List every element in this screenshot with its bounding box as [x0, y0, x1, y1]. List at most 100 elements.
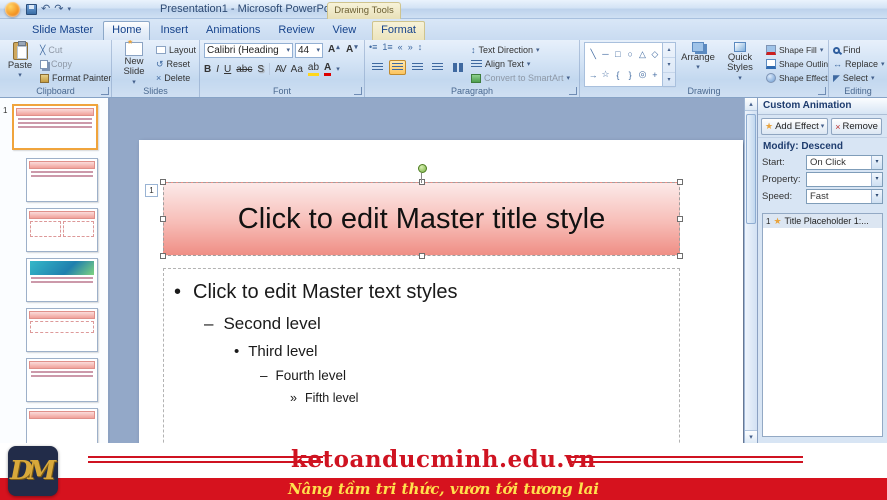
title-placeholder[interactable]: Click to edit Master title style — [160, 164, 683, 259]
qat-more-icon[interactable]: ▾ — [67, 6, 71, 13]
resize-handle[interactable] — [160, 253, 166, 259]
shape-icon[interactable]: □ — [615, 49, 620, 59]
font-name-combo[interactable]: Calibri (Heading ▾ — [204, 43, 293, 58]
highlight-color-button[interactable]: ab — [307, 62, 320, 76]
layout-thumbnail[interactable] — [26, 308, 98, 352]
italic-button[interactable]: I — [216, 64, 219, 75]
dialog-launcher-icon[interactable] — [354, 87, 362, 95]
decrease-indent-icon[interactable]: « — [398, 43, 403, 52]
title-text[interactable]: Click to edit Master title style — [238, 203, 605, 236]
layout-thumbnail[interactable] — [26, 208, 98, 252]
redo-icon[interactable]: ↷ — [54, 4, 63, 15]
shape-icon[interactable]: ◎ — [639, 69, 647, 80]
shape-icon[interactable]: ◇ — [651, 49, 658, 60]
resize-handle[interactable] — [677, 253, 683, 259]
chevron-down-icon[interactable]: ▾ — [336, 66, 340, 73]
change-case-button[interactable]: Aa — [291, 64, 303, 75]
shrink-font-button[interactable]: A ▾ — [346, 44, 358, 55]
body-placeholder[interactable]: • Click to edit Master text styles – Sec… — [163, 268, 680, 443]
align-left-button[interactable] — [369, 60, 386, 75]
resize-handle[interactable] — [160, 179, 166, 185]
justify-button[interactable] — [429, 60, 446, 75]
resize-handle[interactable] — [677, 179, 683, 185]
gallery-down-icon[interactable]: ▾ — [663, 58, 675, 73]
delete-button[interactable]: × Delete — [156, 71, 190, 85]
shape-icon[interactable]: → — [589, 70, 598, 80]
shape-icon[interactable]: ○ — [627, 49, 632, 59]
shape-icon[interactable]: ╲ — [590, 49, 595, 60]
new-slide-button[interactable]: New Slide ▾ — [115, 40, 153, 88]
tab-slide-master[interactable]: Slide Master — [24, 21, 101, 40]
bullets-icon[interactable]: •≡ — [369, 43, 377, 52]
save-icon[interactable] — [26, 4, 37, 15]
chevron-down-icon[interactable]: ▾ — [871, 173, 882, 186]
line-spacing-icon[interactable]: ↕ — [418, 43, 423, 52]
add-effect-button[interactable]: ★ Add Effect ▾ — [761, 118, 829, 135]
tab-home[interactable]: Home — [103, 21, 151, 40]
strikethrough-button[interactable]: abc — [236, 64, 252, 75]
copy-button[interactable]: Copy — [40, 57, 72, 71]
remove-button[interactable]: × Remove — [831, 118, 882, 135]
undo-icon[interactable]: ↶ — [41, 4, 50, 15]
shape-icon[interactable]: { — [616, 70, 619, 80]
numbering-icon[interactable]: 1≡ — [382, 43, 392, 52]
shape-effects-button[interactable]: Shape Effects ▾ — [766, 71, 828, 85]
shape-icon[interactable]: ☆ — [601, 69, 609, 80]
slide-master-thumbnail[interactable] — [12, 104, 98, 150]
chevron-down-icon[interactable]: ▾ — [871, 156, 882, 169]
tab-review[interactable]: Review — [270, 21, 322, 40]
scroll-down-icon[interactable]: ▾ — [745, 430, 757, 443]
grow-font-button[interactable]: A ▴ — [328, 44, 340, 55]
layout-thumbnail[interactable] — [26, 158, 98, 202]
shapes-gallery[interactable]: ╲ ─ □ ○ △ ◇ → ☆ { } ◎ + ▴ ▾ ▾ — [584, 42, 676, 88]
office-button[interactable] — [5, 2, 20, 17]
scrollbar-thumb[interactable] — [746, 114, 756, 224]
resize-handle[interactable] — [160, 216, 166, 222]
tab-view[interactable]: View — [325, 21, 365, 40]
text-direction-button[interactable]: ↕ Text Direction ▾ — [471, 43, 540, 57]
dialog-launcher-icon[interactable] — [569, 87, 577, 95]
dialog-launcher-icon[interactable] — [101, 87, 109, 95]
slide-editing-area[interactable]: 1 Click to edit Master title style • Cli… — [110, 98, 757, 443]
shape-fill-button[interactable]: Shape Fill ▾ — [766, 43, 823, 57]
shape-icon[interactable]: + — [652, 70, 657, 80]
bullet-line-4[interactable]: – Fourth level — [260, 368, 679, 383]
columns-button[interactable] — [449, 60, 466, 75]
align-right-button[interactable] — [409, 60, 426, 75]
underline-button[interactable]: U — [224, 64, 231, 75]
tab-format[interactable]: Format — [372, 21, 425, 40]
bullet-line-5[interactable]: » Fifth level — [290, 391, 679, 405]
layout-thumbnail[interactable] — [26, 258, 98, 302]
align-text-button[interactable]: Align Text ▾ — [471, 57, 530, 71]
tab-insert[interactable]: Insert — [152, 21, 196, 40]
tab-animations[interactable]: Animations — [198, 21, 268, 40]
animation-list-item[interactable]: 1 ★ Title Placeholder 1:... — [763, 214, 882, 228]
bold-button[interactable]: B — [204, 64, 211, 75]
dialog-launcher-icon[interactable] — [818, 87, 826, 95]
arrange-button[interactable]: Arrange ▾ — [680, 42, 716, 88]
font-color-button[interactable]: A — [324, 62, 332, 76]
property-dropdown[interactable]: ▾ — [806, 172, 883, 187]
character-spacing-button[interactable]: AV — [275, 64, 287, 75]
align-center-button[interactable] — [389, 60, 406, 75]
paste-button[interactable]: Paste ▾ — [2, 41, 38, 88]
bullet-line-1[interactable]: • Click to edit Master text styles — [174, 281, 679, 304]
slide-number-placeholder[interactable]: 1 — [145, 184, 158, 197]
shape-icon[interactable]: ─ — [602, 49, 608, 59]
quick-styles-button[interactable]: Quick Styles ▾ — [718, 42, 762, 88]
resize-handle[interactable] — [418, 253, 425, 259]
convert-smartart-button[interactable]: Convert to SmartArt ▾ — [471, 71, 570, 85]
speed-dropdown[interactable]: Fast ▾ — [806, 189, 883, 204]
text-shadow-button[interactable]: S — [257, 64, 264, 75]
shape-icon[interactable]: } — [629, 70, 632, 80]
animation-list[interactable]: 1 ★ Title Placeholder 1:... — [762, 213, 883, 437]
replace-button[interactable]: ↔ Replace ▾ — [833, 57, 885, 71]
shape-icon[interactable]: △ — [639, 49, 646, 60]
chevron-down-icon[interactable]: ▾ — [871, 190, 882, 203]
resize-handle[interactable] — [677, 216, 683, 222]
shape-outline-button[interactable]: Shape Outline ▾ — [766, 57, 828, 71]
select-button[interactable]: ◤ Select ▾ — [833, 71, 874, 85]
scroll-up-icon[interactable]: ▴ — [745, 98, 757, 111]
layout-thumbnail[interactable] — [26, 358, 98, 402]
font-size-combo[interactable]: 44 ▾ — [295, 43, 323, 58]
